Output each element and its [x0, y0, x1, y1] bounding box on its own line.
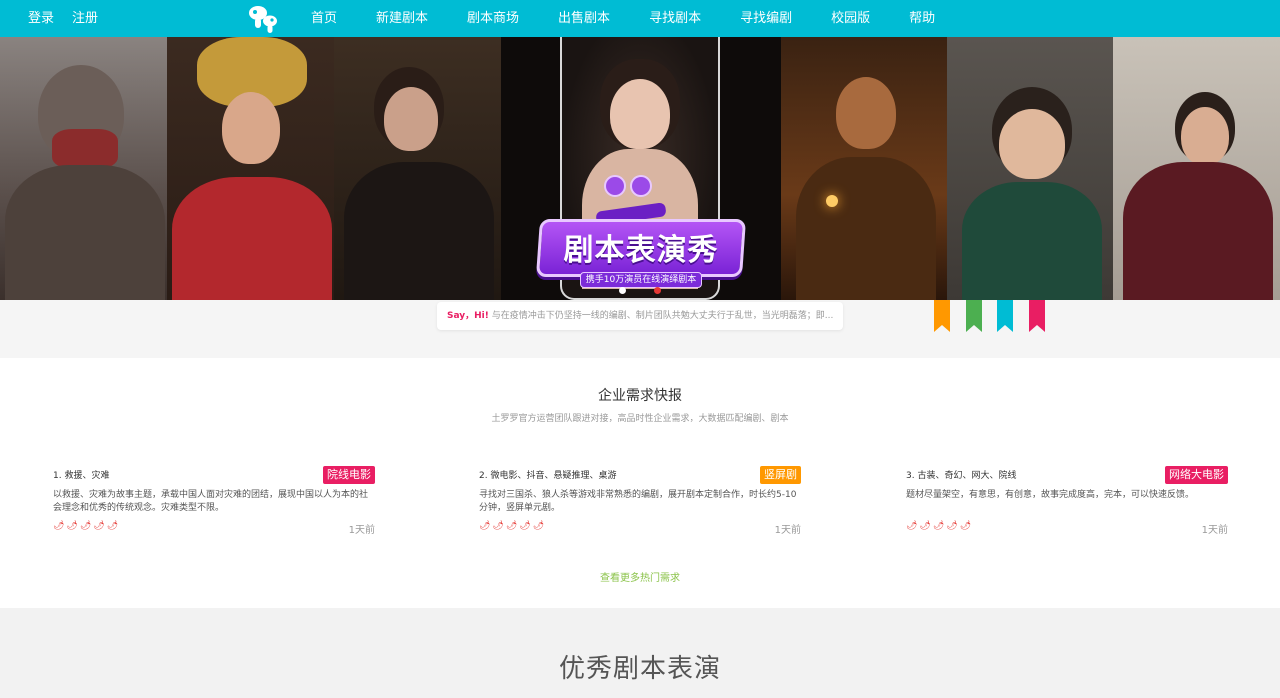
nav-item-sell-script[interactable]: 出售剧本	[558, 0, 610, 37]
demand-tag: 院线电影	[323, 466, 375, 484]
demand-title: 3. 古装、奇幻、网大、院线	[906, 471, 1017, 481]
nav-item-help[interactable]: 帮助	[909, 0, 935, 37]
demand-title: 1. 救援、灾难	[53, 471, 110, 481]
demand-time: 1天前	[1201, 525, 1228, 536]
demand-card[interactable]: 1. 救援、灾难 院线电影 以救援、灾难为故事主题，承载中国人面对灾难的团结，展…	[53, 466, 375, 536]
promo-subtitle: 携手10万演员在线演绎剧本	[580, 272, 702, 288]
demands-title: 企业需求快报	[598, 388, 682, 404]
hero-banner[interactable]: 剧本表演秀 携手10万演员在线演绎剧本	[0, 37, 1280, 300]
film-reel-icon	[630, 175, 652, 197]
demands-subtitle: 土罗罗官方运营团队跟进对接，高品时性企业需求，大数据匹配编剧、剧本	[491, 414, 789, 424]
bookmark-ribbon-icon[interactable]	[934, 300, 950, 332]
bookmark-ribbon-icon[interactable]	[1029, 300, 1045, 332]
carousel-dot-1[interactable]	[619, 287, 626, 294]
demand-description: 题材尽量架空，有意思，有创意，故事完成度高，完本，可以快速反馈。	[906, 490, 1195, 500]
banner-photo-child	[947, 37, 1113, 300]
heat-rating-peppers: 🌶🌶🌶🌶🌶	[53, 521, 121, 531]
banner-photo-warrior	[0, 37, 167, 300]
demand-title: 2. 微电影、抖音、悬疑推理、桌游	[479, 471, 617, 481]
demand-description: 寻找对三国杀、狼人杀等游戏非常熟悉的编剧，展开剧本定制合作，时长约5-10分钟，…	[479, 490, 797, 513]
nav-item-find-script[interactable]: 寻找剧本	[649, 0, 701, 37]
banner-photo-qipao-smoking	[334, 37, 501, 300]
demand-time: 1天前	[774, 525, 801, 536]
showcase-title: 优秀剧本表演	[558, 654, 721, 684]
promo-title: 剧本表演秀	[563, 233, 719, 268]
nav-item-find-writer[interactable]: 寻找编剧	[740, 0, 792, 37]
demand-time: 1天前	[348, 525, 375, 536]
film-reel-icon	[604, 175, 626, 197]
heat-rating-peppers: 🌶🌶🌶🌶🌶	[479, 521, 547, 531]
demand-tag: 网络大电影	[1165, 466, 1228, 484]
demand-card[interactable]: 3. 古装、奇幻、网大、院线 网络大电影 题材尽量架空，有意思，有创意，故事完成…	[906, 466, 1228, 536]
top-nav: 登录 注册 首页 新建剧本 剧本商场 出售剧本 寻找剧本 寻找编剧 校园版 帮助	[0, 0, 1280, 37]
nav-item-script-market[interactable]: 剧本商场	[467, 0, 519, 37]
say-hi-label: Say，Hi!	[447, 311, 489, 321]
banner-photo-lighter	[781, 37, 947, 300]
register-link[interactable]: 注册	[72, 0, 98, 37]
mushroom-logo-icon[interactable]	[247, 4, 279, 34]
announcement-text: 与在疫情冲击下仍坚持一线的编剧、制片团队共勉大丈夫行于乱世，当光明磊落；即...	[491, 311, 834, 321]
demand-description: 以救援、灾难为故事主题，承载中国人面对灾难的团结，展现中国以人为本的社会理念和优…	[53, 490, 369, 513]
bookmark-ribbon-icon[interactable]	[997, 300, 1013, 332]
login-link[interactable]: 登录	[28, 0, 54, 37]
main-menu: 首页 新建剧本 剧本商场 出售剧本 寻找剧本 寻找编剧 校园版 帮助	[311, 0, 974, 37]
nav-item-new-script[interactable]: 新建剧本	[376, 0, 428, 37]
demand-tag: 竖屏剧	[760, 466, 801, 484]
heat-rating-peppers: 🌶🌶🌶🌶🌶	[906, 521, 974, 531]
bookmark-ribbon-icon[interactable]	[966, 300, 982, 332]
nav-item-campus[interactable]: 校园版	[831, 0, 870, 37]
banner-photo-empress	[167, 37, 334, 300]
nav-item-home[interactable]: 首页	[311, 0, 337, 37]
banner-photo-mother	[1113, 37, 1280, 300]
announcement-box[interactable]: Say，Hi! 与在疫情冲击下仍坚持一线的编剧、制片团队共勉大丈夫行于乱世，当光…	[437, 302, 843, 330]
carousel-dot-2[interactable]	[654, 287, 661, 294]
more-demands-link[interactable]: 查看更多热门需求	[0, 569, 1280, 584]
demand-card[interactable]: 2. 微电影、抖音、悬疑推理、桌游 竖屏剧 寻找对三国杀、狼人杀等游戏非常熟悉的…	[479, 466, 801, 536]
